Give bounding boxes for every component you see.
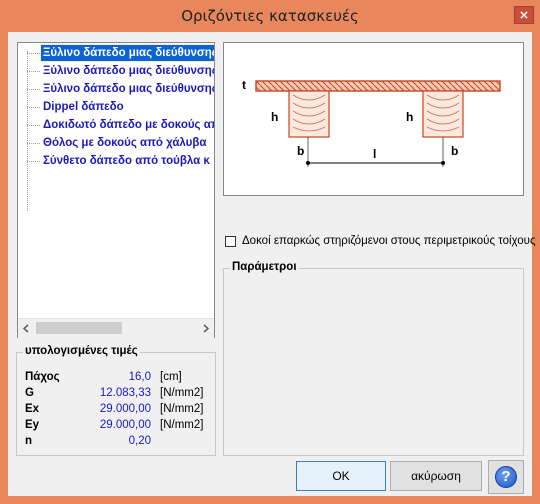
- beam-right: [422, 90, 464, 138]
- horizontal-scrollbar[interactable]: [18, 318, 214, 338]
- calc-value: 29.000,00: [99, 403, 151, 415]
- label-b-left: b: [297, 144, 304, 158]
- calc-label: Ex: [25, 403, 40, 415]
- calc-value: 16,0: [128, 371, 151, 383]
- tree-item[interactable]: Θόλος με δοκούς από χάλυβα: [27, 134, 214, 152]
- tree-branch-line: [27, 89, 40, 90]
- calc-label: Ey: [25, 419, 40, 431]
- calculated-values-group: υπολογισμένες τιμές Πάχος 16,0 [cm] G 12.083…: [16, 345, 216, 456]
- floor-type-tree[interactable]: Ξύλινο δάπεδο μιας διεύθυνσης Ξύλινο δάπε…: [17, 42, 215, 338]
- tree-item[interactable]: Ξύλινο δάπεδο μιας διεύθυνσης: [27, 80, 214, 98]
- tree-item-label: Ξύλινο δάπεδο μιας διεύθυνσης: [43, 83, 214, 95]
- tree-branch-line: [27, 107, 40, 108]
- parameters-group: Παράμετροι: [223, 261, 524, 456]
- scroll-right-arrow-icon[interactable]: [197, 319, 214, 338]
- tree-item-label: Dippel δάπεδο: [43, 101, 124, 113]
- tree-item[interactable]: Dippel δάπεδο: [27, 98, 214, 116]
- floor-diagram: t h h b b l: [223, 42, 524, 196]
- tree-item-label: Ξύλινο δάπεδο μιας διεύθυνσης: [40, 44, 214, 62]
- close-icon: [520, 11, 528, 19]
- calc-row: Πάχος 16,0 [cm]: [25, 371, 215, 386]
- tree-item[interactable]: Δοκιδωτό δάπεδο με δοκούς από: [27, 116, 214, 134]
- tree-item[interactable]: Ξύλινο δάπεδο μιας διεύθυνσης: [27, 44, 214, 62]
- tree-viewport: Ξύλινο δάπεδο μιας διεύθυνσης Ξύλινο δάπε…: [18, 43, 214, 318]
- tree-branch-line: [27, 71, 40, 72]
- tree-branch-line: [27, 143, 40, 144]
- label-h-left: h: [271, 110, 278, 124]
- scroll-thumb[interactable]: [36, 322, 122, 334]
- ok-button[interactable]: OK: [296, 461, 386, 491]
- label-t: t: [242, 78, 246, 92]
- beams-supported-checkbox[interactable]: [225, 236, 236, 247]
- tree-item-label: Ξύλινο δάπεδο μιας διεύθυνσης: [43, 65, 214, 77]
- help-icon: ?: [495, 466, 517, 488]
- calc-value: 0,20: [128, 435, 151, 447]
- calc-unit: [N/mm2]: [160, 403, 204, 415]
- calc-unit: [cm]: [160, 371, 182, 383]
- label-b-right: b: [451, 144, 458, 158]
- calc-row: Ey 29.000,00 [N/mm2]: [25, 419, 215, 434]
- tree-branch-line: [27, 53, 40, 54]
- calc-label: G: [25, 387, 34, 399]
- parameters-title: Παράμετροι: [230, 261, 299, 273]
- calculated-values-title: υπολογισμένες τιμές: [23, 345, 140, 357]
- title-bar[interactable]: Οριζόντιες κατασκευές: [0, 0, 540, 32]
- tree-branch-line: [27, 161, 40, 162]
- label-h-right: h: [406, 110, 413, 124]
- beams-supported-label: Δοκοί επαρκώς στηριζόμενοι στους περιμετ…: [242, 235, 536, 247]
- calc-row: Ex 29.000,00 [N/mm2]: [25, 403, 215, 418]
- calc-value: 29.000,00: [99, 419, 151, 431]
- calc-label: Πάχος: [25, 371, 60, 383]
- tree-branch-line: [27, 125, 40, 126]
- tree-item-label: Δοκιδωτό δάπεδο με δοκούς από: [43, 119, 214, 131]
- calc-row: n 0,20: [25, 435, 215, 450]
- cancel-button[interactable]: ακύρωση: [390, 461, 482, 491]
- window-title: Οριζόντιες κατασκευές: [181, 7, 359, 25]
- tree-item-label: Σύνθετο δάπεδο από τούβλα κ: [43, 155, 210, 167]
- beams-supported-checkbox-row[interactable]: Δοκοί επαρκώς στηριζόμενοι στους περιμετ…: [225, 235, 536, 250]
- close-button[interactable]: [514, 6, 534, 24]
- label-span: l: [373, 147, 376, 161]
- calc-label: n: [25, 435, 33, 447]
- calc-row: G 12.083,33 [N/mm2]: [25, 387, 215, 402]
- calc-value: 12.083,33: [99, 387, 151, 399]
- beam-left: [288, 90, 330, 138]
- tree-item[interactable]: Σύνθετο δάπεδο από τούβλα κ: [27, 152, 214, 170]
- tree-item[interactable]: Ξύλινο δάπεδο μιας διεύθυνσης: [27, 62, 214, 80]
- calc-unit: [N/mm2]: [160, 387, 204, 399]
- calc-unit: [N/mm2]: [160, 419, 204, 431]
- scroll-left-arrow-icon[interactable]: [18, 319, 35, 338]
- beam-section-drawing: t h h b b l: [242, 78, 501, 167]
- help-button[interactable]: ?: [488, 460, 524, 494]
- tree-item-label: Θόλος με δοκούς από χάλυβα: [43, 137, 207, 149]
- dialog-window: Οριζόντιες κατασκευές Ξύλινο δάπεδο μιας…: [0, 0, 540, 504]
